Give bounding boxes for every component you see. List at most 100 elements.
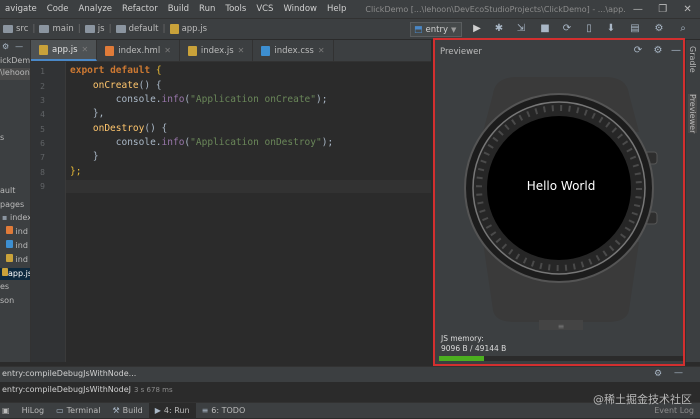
breadcrumb-default[interactable]: default <box>113 24 162 34</box>
device-manager-icon[interactable]: ▯ <box>582 23 596 34</box>
menu-analyze[interactable]: Analyze <box>74 4 118 14</box>
folder-icon <box>39 25 50 33</box>
gradle-tool-tab[interactable]: Gradle <box>688 46 697 73</box>
tree-item[interactable]: ickDemo <box>0 56 30 68</box>
tree-item[interactable]: \lehoon\D <box>0 68 30 80</box>
menu-navigate[interactable]: avigate <box>0 4 42 14</box>
tree-item[interactable]: ault <box>0 186 15 198</box>
todo-icon: ≡ <box>201 406 209 415</box>
menu-help[interactable]: Help <box>322 4 351 14</box>
sdk-manager-icon[interactable]: ⬇ <box>604 23 618 34</box>
run-config-label: entry <box>425 24 448 35</box>
code-editor[interactable]: export default { onCreate() { console.in… <box>66 62 431 362</box>
tool-tab-label: Build <box>122 406 143 415</box>
tree-item[interactable]: s <box>0 133 4 145</box>
code-line: onCreate() { <box>70 80 162 91</box>
tree-item[interactable]: pages <box>0 200 24 212</box>
line-number: 2 <box>40 82 45 91</box>
device-icon: ⬒ <box>414 24 423 35</box>
tree-item[interactable]: ind <box>0 226 28 238</box>
editor-tabs: app.js ✕ index.hml ✕ index.js ✕ index.css ✕ <box>31 40 431 62</box>
close-tab-icon[interactable]: ✕ <box>318 46 325 55</box>
tool-tab-label: 6: TODO <box>211 406 246 415</box>
hide-icon[interactable]: — <box>674 368 683 378</box>
breadcrumb-main[interactable]: main <box>36 24 76 34</box>
code-text: console. <box>115 94 162 105</box>
menu-run[interactable]: Run <box>194 4 220 14</box>
string-literal: "Application onDestroy" <box>190 137 322 148</box>
function-name: onDestroy <box>92 123 145 134</box>
tab-app-js[interactable]: app.js ✕ <box>31 40 98 61</box>
code-line: }, <box>70 108 104 119</box>
close-tab-icon[interactable]: ✕ <box>238 46 245 55</box>
project-settings-icon[interactable]: ⚙ <box>2 42 9 54</box>
run-config-select[interactable]: ⬒ entry ▼ <box>410 22 462 37</box>
tab-index-css[interactable]: index.css ✕ <box>253 40 334 61</box>
menu-window[interactable]: Window <box>278 4 322 14</box>
js-memory-label: JS memory: <box>441 334 484 343</box>
close-tab-icon[interactable]: ✕ <box>82 45 89 54</box>
tab-index-hml[interactable]: index.hml ✕ <box>97 40 180 61</box>
tree-item[interactable]: app.js <box>0 268 30 280</box>
menu-build[interactable]: Build <box>163 4 194 14</box>
tab-index-js[interactable]: index.js ✕ <box>180 40 254 61</box>
menu-tools[interactable]: Tools <box>220 4 251 14</box>
hide-icon[interactable]: — <box>15 42 23 54</box>
structure-icon[interactable]: ▤ <box>628 23 642 34</box>
minimize-icon[interactable]: — <box>625 4 650 15</box>
hml-file-icon <box>105 45 115 56</box>
breadcrumb-label: src <box>16 24 29 34</box>
line-number: 1 <box>40 67 45 76</box>
menu-code[interactable]: Code <box>42 4 74 14</box>
code-text: }, <box>92 108 105 119</box>
line-number: 4 <box>40 110 45 119</box>
memory-usage-fill <box>439 356 485 361</box>
sync-icon[interactable]: ⟳ <box>560 23 574 34</box>
previewer-tool-tab[interactable]: Previewer <box>688 94 697 134</box>
tree-item[interactable]: son <box>0 296 14 308</box>
js-memory-info: JS memory: 9096 B / 49144 B <box>441 334 506 354</box>
line-number: 9 <box>40 182 45 191</box>
run-task-label[interactable]: entry:compileDebugJsWithNode... <box>2 369 136 378</box>
menu-vcs[interactable]: VCS <box>251 4 278 14</box>
tree-item[interactable]: ind <box>0 254 28 266</box>
breadcrumb-js[interactable]: js <box>82 24 108 34</box>
function-name: onCreate <box>92 80 139 91</box>
code-line: console.info("Application onCreate"); <box>115 94 328 105</box>
tree-item[interactable]: es <box>0 282 9 294</box>
menu-refactor[interactable]: Refactor <box>117 4 163 14</box>
tree-item[interactable]: ind <box>0 240 28 252</box>
line-number-gutter: 1 2 3 4 5 6 7 8 9 <box>31 62 66 362</box>
tree-item[interactable]: ▪ index <box>0 213 30 225</box>
run-icon: ▶ <box>154 406 161 415</box>
debug-icon[interactable]: ✱ <box>492 23 506 34</box>
layout-icon[interactable]: ▣ <box>0 403 16 419</box>
breadcrumb-app-js[interactable]: app.js <box>167 24 211 34</box>
tool-tab-build[interactable]: ⚒ Build <box>106 403 148 419</box>
stop-icon[interactable]: ■ <box>538 23 552 34</box>
tool-tab-hilog[interactable]: HiLog <box>16 403 51 419</box>
breadcrumb-label: default <box>128 24 159 34</box>
restore-icon[interactable]: ❐ <box>650 4 675 15</box>
search-icon[interactable]: ⌕ <box>676 23 690 34</box>
settings-icon[interactable]: ⚙ <box>652 23 666 34</box>
tool-tab-run[interactable]: ▶ 4: Run <box>148 402 196 419</box>
breadcrumb-src[interactable]: src <box>0 24 31 34</box>
close-icon[interactable]: ✕ <box>675 4 700 15</box>
brace: }; <box>70 166 82 177</box>
line-number: 6 <box>40 139 45 148</box>
tool-tab-terminal[interactable]: ▭ Terminal <box>50 403 106 419</box>
tool-tab-label: 4: Run <box>163 406 190 415</box>
tool-tab-todo[interactable]: ≡ 6: TODO <box>196 403 252 419</box>
hammer-icon: ⚒ <box>112 406 120 415</box>
close-tab-icon[interactable]: ✕ <box>164 46 171 55</box>
js-file-icon <box>187 45 197 56</box>
settings-icon[interactable]: ⚙ <box>654 369 662 379</box>
js-file-icon <box>39 44 48 55</box>
member: info <box>161 137 185 148</box>
tab-label: index.hml <box>118 45 161 56</box>
attach-icon[interactable]: ⇲ <box>514 23 528 34</box>
menu-bar: avigate Code Analyze Refactor Build Run … <box>0 0 700 18</box>
run-icon[interactable]: ▶ <box>470 23 484 34</box>
previewer-panel: Previewer ⟳ ⚙ — ≡ Hello World JS memory:… <box>433 38 685 366</box>
